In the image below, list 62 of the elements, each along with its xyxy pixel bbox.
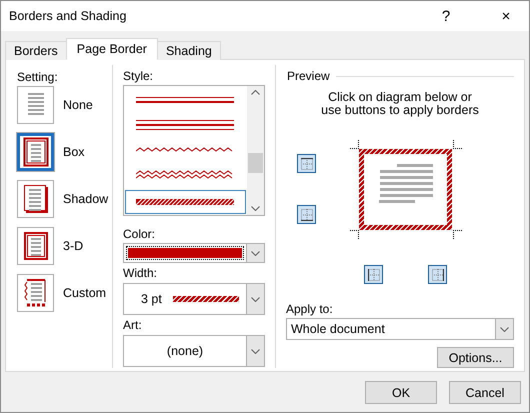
width-label: Width: [123, 266, 158, 280]
setting-button[interactable] [17, 133, 54, 171]
scroll-thumb[interactable] [248, 153, 263, 173]
setting-button[interactable] [17, 227, 54, 265]
apply-to-value: Whole document [290, 322, 386, 336]
dialog-button[interactable]: OK [365, 381, 437, 404]
line-style-option[interactable] [125, 190, 246, 214]
page-preview-diagram[interactable] [350, 140, 462, 239]
right-border-button[interactable] [428, 265, 447, 284]
chevron-down-icon [251, 250, 260, 256]
line-style-list[interactable] [123, 85, 265, 216]
line-style-icon [136, 118, 236, 132]
preview-instruction: Click on diagram below or use buttons to apply borders [320, 91, 480, 117]
art-dropdown[interactable]: (none) [123, 335, 265, 367]
page-icon [22, 184, 48, 214]
setting-option-label: Shadow [63, 192, 108, 206]
border-icon [368, 268, 380, 280]
scroll-down-icon [251, 206, 260, 211]
style-label: Style: [123, 69, 154, 83]
apply-to-label: Apply to: [286, 302, 334, 316]
dialog-button[interactable]: Cancel [449, 381, 521, 404]
apply-to-dropdown[interactable]: Whole document [286, 318, 514, 340]
chevron-down-icon [500, 326, 509, 332]
page-icon [22, 137, 48, 167]
close-button[interactable]: × [483, 1, 529, 31]
chevron-down-icon [251, 296, 260, 302]
tab[interactable]: Shading [156, 41, 221, 60]
border-icon [432, 268, 444, 280]
border-icon [300, 158, 312, 170]
page-icon [22, 231, 48, 261]
setting-button[interactable] [17, 180, 54, 218]
chevron-down-icon [251, 348, 260, 354]
options-button[interactable]: Options... [437, 347, 514, 368]
top-border-button[interactable] [297, 154, 316, 173]
preview-label: Preview [287, 69, 330, 83]
dropdown-button[interactable] [246, 244, 264, 262]
line-sample [172, 296, 239, 302]
page-icon [22, 278, 48, 308]
width-value: 3 pt [141, 292, 162, 306]
window-title: Borders and Shading [9, 9, 128, 23]
dropdown-button[interactable] [246, 284, 264, 314]
left-border-button[interactable] [364, 265, 383, 284]
color-label: Color: [123, 227, 156, 241]
setting-option-label: 3-D [63, 239, 84, 253]
dropdown-button[interactable] [246, 336, 264, 366]
art-label: Art: [123, 318, 143, 332]
dropdown-button[interactable] [495, 319, 513, 339]
setting-button[interactable] [17, 274, 54, 312]
setting-option-label: None [63, 98, 93, 112]
tab[interactable]: Borders [5, 41, 67, 60]
border-icon [300, 208, 312, 220]
setting-option-label: Custom [63, 286, 106, 300]
tab[interactable]: Page Border [66, 38, 158, 60]
color-dropdown[interactable] [123, 243, 265, 263]
help-button[interactable]: ? [423, 1, 469, 31]
bottom-border-button[interactable] [297, 205, 316, 224]
setting-label: Setting: [17, 70, 59, 84]
scroll-up-icon[interactable] [251, 90, 260, 95]
width-dropdown[interactable]: 3 pt [123, 283, 265, 315]
setting-option-label: Box [63, 145, 85, 159]
art-value: (none) [166, 344, 204, 358]
setting-button[interactable] [17, 86, 54, 124]
